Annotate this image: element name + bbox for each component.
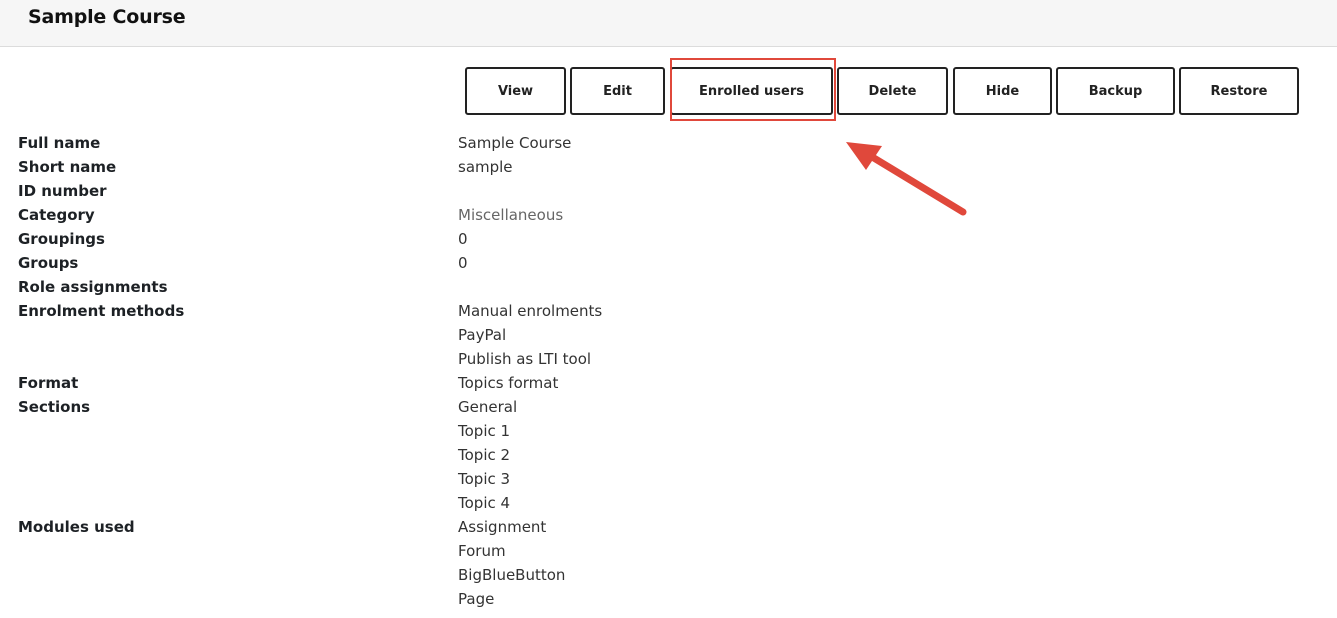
enrolment-method-item: Publish as LTI tool (458, 350, 592, 368)
full-name-label: Full name (18, 134, 101, 152)
enrolled-users-button[interactable]: Enrolled users (670, 67, 833, 115)
hide-button[interactable]: Hide (953, 67, 1052, 115)
module-item: BigBlueButton (458, 566, 566, 584)
format-value: Topics format (458, 374, 559, 392)
groups-label: Groups (18, 254, 79, 272)
page-title: Sample Course (28, 6, 186, 28)
category-label: Category (18, 206, 95, 224)
role-assignments-label: Role assignments (18, 278, 168, 296)
category-link[interactable]: Miscellaneous (458, 206, 563, 224)
section-item: Topic 3 (458, 470, 511, 488)
groupings-value: 0 (458, 230, 468, 248)
enrolment-method-item: PayPal (458, 326, 507, 344)
annotation-arrow-icon (846, 142, 967, 216)
full-name-value: Sample Course (458, 134, 572, 152)
module-item: Forum (458, 542, 506, 560)
format-label: Format (18, 374, 79, 392)
id-number-label: ID number (18, 182, 107, 200)
groupings-label: Groupings (18, 230, 105, 248)
view-button[interactable]: View (465, 67, 566, 115)
delete-button[interactable]: Delete (837, 67, 948, 115)
module-item: Assignment (458, 518, 547, 536)
section-item: Topic 2 (458, 446, 511, 464)
backup-button[interactable]: Backup (1056, 67, 1175, 115)
edit-button[interactable]: Edit (570, 67, 665, 115)
short-name-label: Short name (18, 158, 117, 176)
restore-button[interactable]: Restore (1179, 67, 1299, 115)
modules-used-label: Modules used (18, 518, 135, 536)
section-item: Topic 1 (458, 422, 511, 440)
module-item: Page (458, 590, 495, 608)
short-name-value: sample (458, 158, 513, 176)
groups-value: 0 (458, 254, 468, 272)
sections-label: Sections (18, 398, 91, 416)
section-item: General (458, 398, 518, 416)
section-item: Topic 4 (458, 494, 511, 512)
enrolment-methods-label: Enrolment methods (18, 302, 185, 320)
enrolment-method-item: Manual enrolments (458, 302, 603, 320)
page-header: Sample Course (0, 0, 1337, 47)
